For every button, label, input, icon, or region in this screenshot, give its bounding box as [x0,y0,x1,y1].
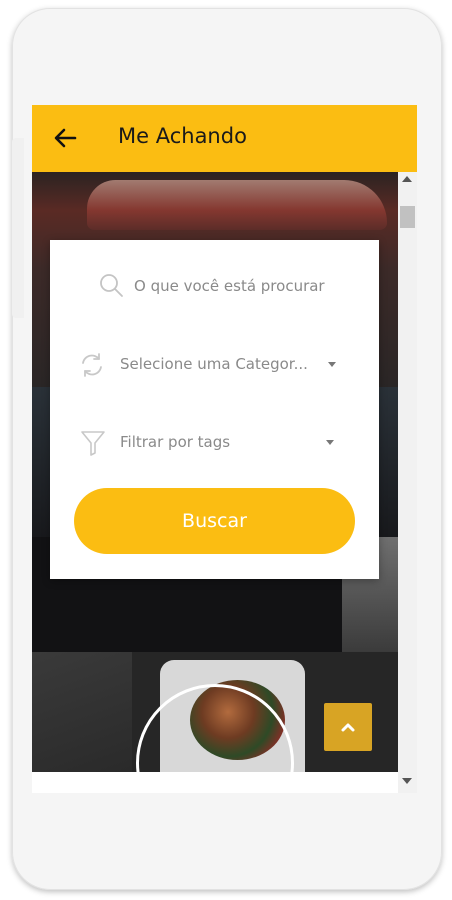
scroll-to-top-button[interactable] [324,703,372,751]
scrollbar-thumb[interactable] [400,206,415,228]
tags-filter-label: Filtrar por tags [120,433,231,451]
chevron-down-icon [326,440,334,445]
chevron-up-icon [341,723,355,732]
search-input[interactable] [134,272,364,300]
search-field[interactable] [98,270,364,300]
category-select[interactable]: Selecione uma Categor... [78,350,340,380]
search-button[interactable]: Buscar [74,488,355,554]
chevron-down-icon [328,362,336,367]
filter-icon [81,431,105,456]
search-card: Selecione uma Categor... Filtrar por tag… [50,240,379,579]
arrow-left-icon [54,128,77,148]
background-photo-cloth [32,652,132,772]
app-bar: Me Achando [32,105,417,172]
scroll-up-arrow[interactable] [402,176,412,182]
back-button[interactable] [50,123,80,153]
search-icon [100,274,123,297]
background-photo-car [87,180,387,230]
category-select-label: Selecione uma Categor... [120,355,308,373]
refresh-icon [82,353,102,377]
scrollbar[interactable] [398,172,417,793]
scroll-down-arrow[interactable] [402,778,412,784]
phone-side-button [12,138,24,318]
page-title: Me Achando [118,124,247,148]
tags-filter-select[interactable]: Filtrar por tags [78,428,340,458]
